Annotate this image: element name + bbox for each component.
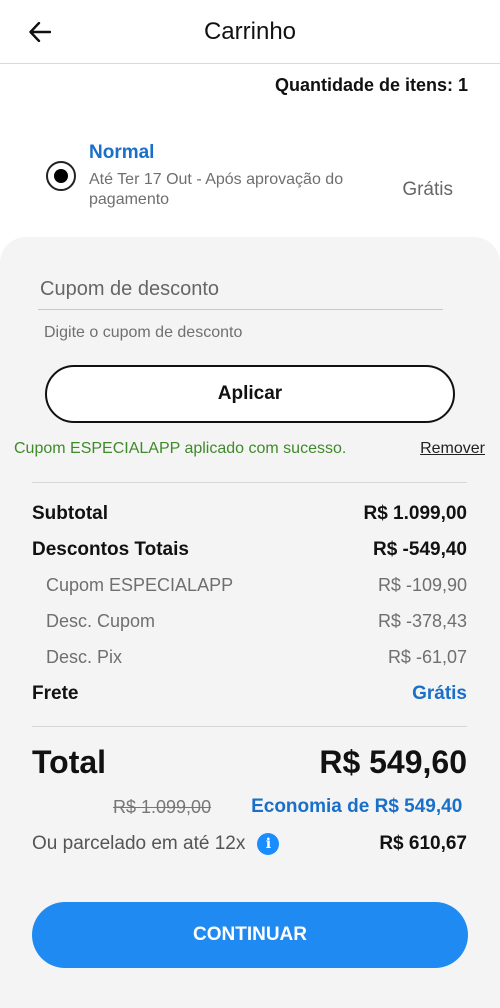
info-icon[interactable]: i [257,833,280,855]
discount-item-value: R$ -61,07 [387,647,467,667]
total-row: Total R$ 549,60 [32,744,467,781]
shipping-price: Grátis [402,179,453,200]
installments-row: Ou parcelado em até 12x i R$ 610,67 [32,833,467,855]
installments-value: R$ 610,67 [379,833,467,854]
discount-item-label: Desc. Cupom [46,611,156,631]
installments-label-group: Ou parcelado em até 12x i [32,833,280,855]
subtotal-row: Subtotal R$ 1.099,00 [32,503,467,525]
discount-item-label: Cupom ESPECIALAPP [46,575,234,595]
shipping-option-normal[interactable]: Normal Até Ter 17 Out - Após aprovação d… [0,138,500,218]
divider [32,482,467,483]
page-title: Carrinho [203,18,297,45]
total-discounts-label: Descontos Totais [32,539,189,560]
app-header: Carrinho [0,0,500,64]
savings-amount: Economia de R$ 549,40 [251,796,463,817]
discount-item-label: Desc. Pix [46,647,123,667]
installments-label: Ou parcelado em até 12x [32,833,246,854]
summary-panel: Cupom de desconto Aplicar Cupom ESPECIAL… [0,237,500,1008]
shipping-name: Normal [89,142,155,163]
savings-row: R$ 1.099,00 Economia de R$ 549,40 [32,796,467,818]
coupon-success-message: Cupom ESPECIALAPP aplicado com sucesso. [14,440,347,457]
continue-button[interactable]: CONTINUAR [32,902,468,968]
shipping-cost-value: Grátis [412,683,467,704]
total-discounts-row: Descontos Totais R$ -549,40 [32,539,467,561]
shipping-radio[interactable] [46,161,76,191]
coupon-input[interactable] [44,320,444,346]
discount-item-row: Cupom ESPECIALAPP R$ -109,90 [32,575,467,596]
coupon-label: Cupom de desconto [40,278,220,300]
discount-item-row: Desc. Cupom R$ -378,43 [32,611,467,632]
subtotal-value: R$ 1.099,00 [363,503,467,524]
discount-item-value: R$ -378,43 [377,611,467,631]
apply-coupon-button[interactable]: Aplicar [45,365,455,423]
original-price: R$ 1.099,00 [113,796,212,817]
total-label: Total [32,744,107,780]
total-discounts-value: R$ -549,40 [372,539,467,560]
shipping-cost-label: Frete [32,683,79,704]
shipping-cost-row: Frete Grátis [32,683,467,705]
divider [32,726,467,727]
discount-item-value: R$ -109,90 [377,575,467,595]
shipping-description: Até Ter 17 Out - Após aprovação do pagam… [89,171,344,208]
total-value: R$ 549,60 [319,744,467,780]
discount-item-row: Desc. Pix R$ -61,07 [32,647,467,668]
coupon-divider [38,309,443,310]
remove-coupon-link[interactable]: Remover [420,440,485,458]
item-quantity: Quantidade de itens: 1 [274,75,468,95]
subtotal-label: Subtotal [32,503,108,524]
